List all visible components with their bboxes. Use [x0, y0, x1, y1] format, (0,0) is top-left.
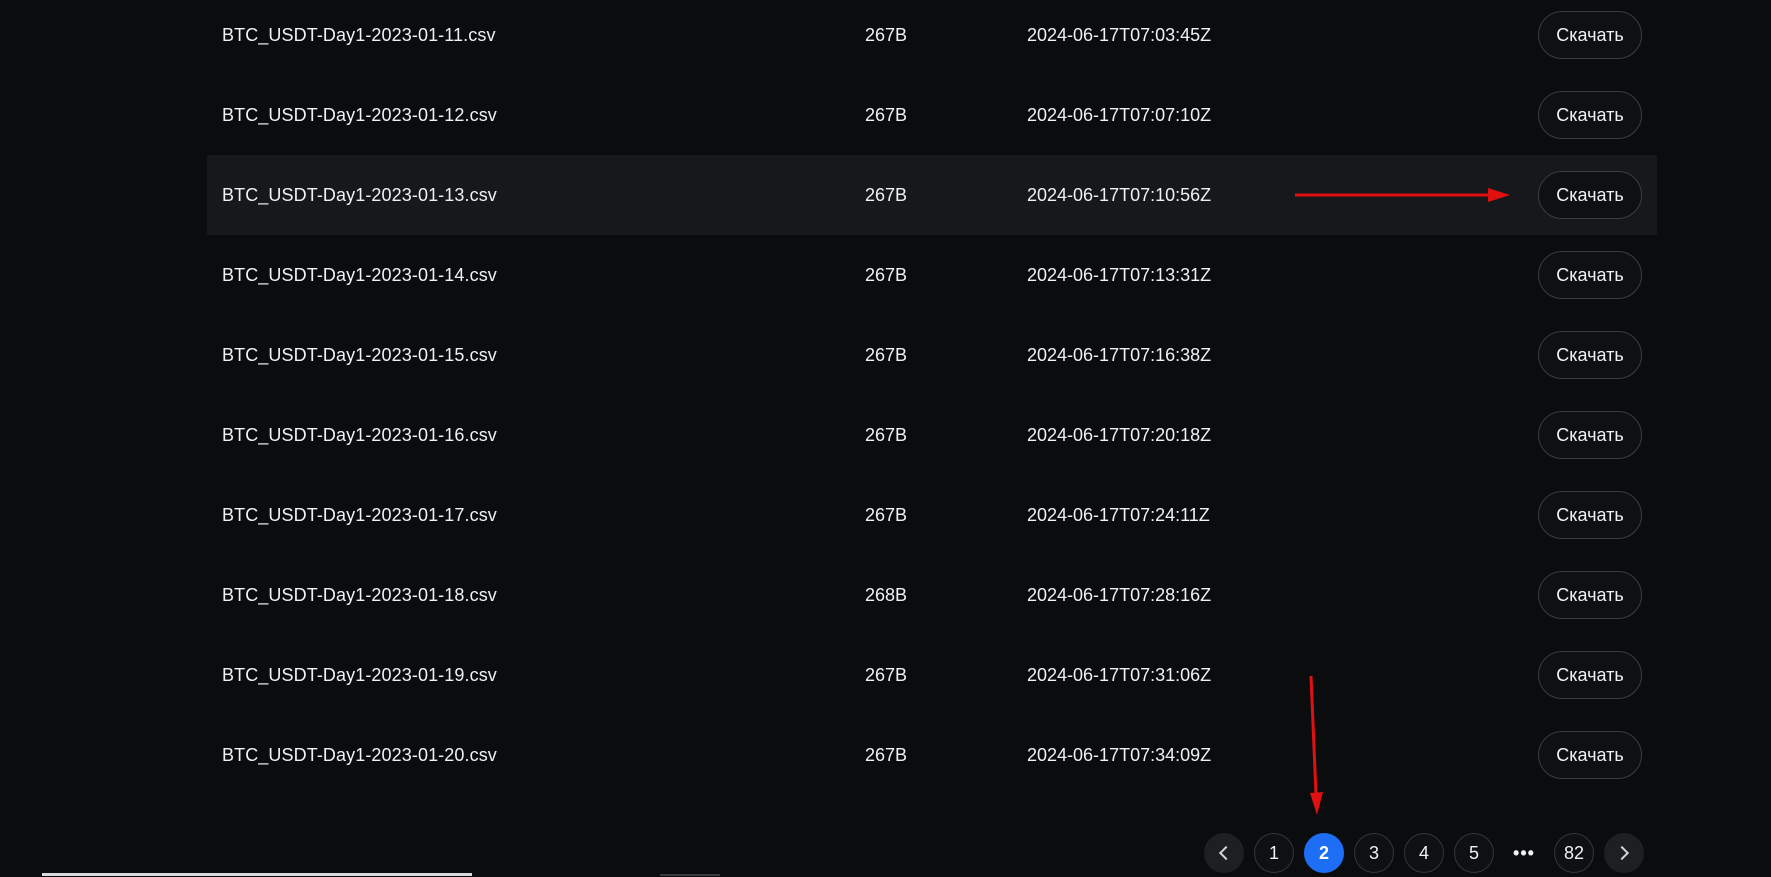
table-row: BTC_USDT-Day1-2023-01-17.csv 267B 2024-0…	[207, 475, 1657, 555]
file-date: 2024-06-17T07:34:09Z	[1027, 744, 1212, 765]
file-size: 268B	[865, 584, 908, 605]
page-button-1[interactable]: 1	[1254, 833, 1294, 873]
file-date: 2024-06-17T07:20:18Z	[1027, 424, 1212, 445]
table-row: BTC_USDT-Day1-2023-01-18.csv 268B 2024-0…	[207, 555, 1657, 635]
file-name: BTC_USDT-Day1-2023-01-12.csv	[222, 104, 497, 125]
download-button[interactable]: Скачать	[1538, 331, 1642, 379]
prev-page-button[interactable]	[1204, 833, 1244, 873]
file-size: 267B	[865, 264, 908, 285]
file-size: 267B	[865, 344, 908, 365]
file-date: 2024-06-17T07:03:45Z	[1027, 24, 1212, 45]
file-name: BTC_USDT-Day1-2023-01-11.csv	[222, 24, 496, 45]
table-row: BTC_USDT-Day1-2023-01-16.csv 267B 2024-0…	[207, 395, 1657, 475]
table-row: BTC_USDT-Day1-2023-01-19.csv 267B 2024-0…	[207, 635, 1657, 715]
file-date: 2024-06-17T07:13:31Z	[1027, 264, 1212, 285]
download-button[interactable]: Скачать	[1538, 251, 1642, 299]
pagination: 1 2 3 4 5 ••• 82	[1204, 833, 1654, 873]
file-size: 267B	[865, 744, 908, 765]
pagination-ellipsis: •••	[1513, 842, 1535, 863]
file-date: 2024-06-17T07:28:16Z	[1027, 584, 1212, 605]
download-button[interactable]: Скачать	[1538, 411, 1642, 459]
page-button-4[interactable]: 4	[1404, 833, 1444, 873]
next-page-button[interactable]	[1604, 833, 1644, 873]
table-row: BTC_USDT-Day1-2023-01-15.csv 267B 2024-0…	[207, 315, 1657, 395]
file-date: 2024-06-17T07:31:06Z	[1027, 664, 1212, 685]
table-row: BTC_USDT-Day1-2023-01-14.csv 267B 2024-0…	[207, 235, 1657, 315]
file-date: 2024-06-17T07:24:11Z	[1027, 504, 1210, 525]
file-name: BTC_USDT-Day1-2023-01-20.csv	[222, 744, 497, 765]
table-row: BTC_USDT-Day1-2023-01-12.csv 267B 2024-0…	[207, 75, 1657, 155]
download-button[interactable]: Скачать	[1538, 731, 1642, 779]
page: BTC_USDT-Day1-2023-01-11.csv 267B 2024-0…	[0, 0, 1771, 877]
file-size: 267B	[865, 24, 908, 45]
file-name: BTC_USDT-Day1-2023-01-13.csv	[222, 184, 497, 205]
page-button-2-active[interactable]: 2	[1304, 833, 1344, 873]
download-button[interactable]: Скачать	[1538, 571, 1642, 619]
file-name: BTC_USDT-Day1-2023-01-16.csv	[222, 424, 497, 445]
page-button-last[interactable]: 82	[1554, 833, 1594, 873]
table-row-hovered: BTC_USDT-Day1-2023-01-13.csv 267B 2024-0…	[207, 155, 1657, 235]
scroll-indicator	[660, 874, 720, 876]
horizontal-scrollbar[interactable]	[42, 873, 472, 876]
chevron-right-icon	[1614, 845, 1630, 861]
file-date: 2024-06-17T07:07:10Z	[1027, 104, 1212, 125]
file-name: BTC_USDT-Day1-2023-01-19.csv	[222, 664, 497, 685]
file-size: 267B	[865, 104, 908, 125]
download-button[interactable]: Скачать	[1538, 91, 1642, 139]
table-row: BTC_USDT-Day1-2023-01-20.csv 267B 2024-0…	[207, 715, 1657, 795]
download-button[interactable]: Скачать	[1538, 491, 1642, 539]
page-button-3[interactable]: 3	[1354, 833, 1394, 873]
download-button[interactable]: Скачать	[1538, 651, 1642, 699]
table-row: BTC_USDT-Day1-2023-01-11.csv 267B 2024-0…	[207, 0, 1657, 75]
file-name: BTC_USDT-Day1-2023-01-15.csv	[222, 344, 497, 365]
chevron-left-icon	[1218, 845, 1234, 861]
file-table: BTC_USDT-Day1-2023-01-11.csv 267B 2024-0…	[207, 0, 1657, 795]
file-name: BTC_USDT-Day1-2023-01-14.csv	[222, 264, 497, 285]
file-size: 267B	[865, 664, 908, 685]
file-size: 267B	[865, 504, 908, 525]
file-size: 267B	[865, 184, 908, 205]
file-name: BTC_USDT-Day1-2023-01-18.csv	[222, 584, 497, 605]
download-button[interactable]: Скачать	[1538, 171, 1642, 219]
file-size: 267B	[865, 424, 908, 445]
file-date: 2024-06-17T07:10:56Z	[1027, 184, 1212, 205]
download-button[interactable]: Скачать	[1538, 11, 1642, 59]
file-date: 2024-06-17T07:16:38Z	[1027, 344, 1212, 365]
file-name: BTC_USDT-Day1-2023-01-17.csv	[222, 504, 497, 525]
page-button-5[interactable]: 5	[1454, 833, 1494, 873]
